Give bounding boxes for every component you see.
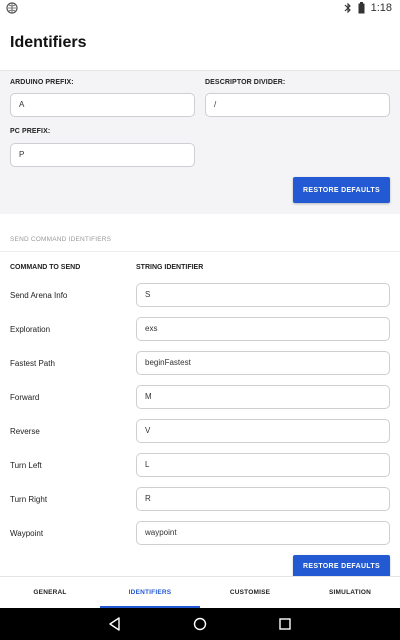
column-header-identifier: STRING IDENTIFIER: [136, 264, 204, 271]
status-right: 1:18: [344, 1, 392, 15]
command-name-reverse: Reverse: [10, 427, 40, 436]
command-name-turn-left: Turn Left: [10, 461, 42, 470]
restore-defaults-commands-button[interactable]: RESTORE DEFAULTS: [293, 555, 390, 577]
back-icon[interactable]: [107, 616, 123, 632]
status-time: 1:18: [370, 2, 392, 14]
identifier-input-fastest-path[interactable]: beginFastest: [136, 351, 390, 375]
android-notification-icon: [6, 2, 18, 14]
column-header-command: COMMAND TO SEND: [10, 264, 81, 271]
home-icon[interactable]: [192, 616, 208, 632]
bottom-nav: GENERAL IDENTIFIERS CUSTOMISE SIMULATION: [0, 576, 400, 608]
bluetooth-icon: [344, 2, 351, 14]
status-bar: 1:18: [0, 0, 400, 16]
pc-prefix-input[interactable]: P: [10, 143, 195, 167]
descriptor-divider-input[interactable]: /: [205, 93, 390, 117]
identifier-input-send-arena-info[interactable]: S: [136, 283, 390, 307]
commands-section: COMMAND TO SEND STRING IDENTIFIER Send A…: [0, 251, 400, 577]
battery-icon: [358, 2, 365, 14]
tab-simulation[interactable]: SIMULATION: [300, 577, 400, 608]
system-nav-bar: [0, 608, 400, 640]
command-name-exploration: Exploration: [10, 325, 51, 334]
send-command-identifiers-caption: SEND COMMAND IDENTIFIERS: [10, 236, 112, 243]
identifier-input-waypoint[interactable]: waypoint: [136, 521, 390, 545]
recent-apps-icon[interactable]: [277, 616, 293, 632]
tab-general[interactable]: GENERAL: [0, 577, 100, 608]
pc-prefix-label: PC PREFIX:: [10, 128, 51, 135]
identifier-input-forward[interactable]: M: [136, 385, 390, 409]
tab-identifiers[interactable]: IDENTIFIERS: [100, 577, 200, 608]
arduino-prefix-label: ARDUINO PREFIX:: [10, 79, 74, 86]
command-name-fastest-path: Fastest Path: [10, 359, 55, 368]
identifier-input-turn-left[interactable]: L: [136, 453, 390, 477]
descriptor-divider-label: DESCRIPTOR DIVIDER:: [205, 79, 286, 86]
command-name-forward: Forward: [10, 393, 40, 402]
command-name-turn-right: Turn Right: [10, 495, 48, 504]
identifier-input-exploration[interactable]: exs: [136, 317, 390, 341]
page-title: Identifiers: [10, 34, 87, 51]
arduino-prefix-input[interactable]: A: [10, 93, 195, 117]
prefix-section: ARDUINO PREFIX: A DESCRIPTOR DIVIDER: / …: [0, 70, 400, 214]
identifier-input-reverse[interactable]: V: [136, 419, 390, 443]
command-name-send-arena-info: Send Arena Info: [10, 291, 68, 300]
command-name-waypoint: Waypoint: [10, 529, 44, 538]
identifier-input-turn-right[interactable]: R: [136, 487, 390, 511]
tab-customise[interactable]: CUSTOMISE: [200, 577, 300, 608]
restore-defaults-prefix-button[interactable]: RESTORE DEFAULTS: [293, 177, 390, 203]
